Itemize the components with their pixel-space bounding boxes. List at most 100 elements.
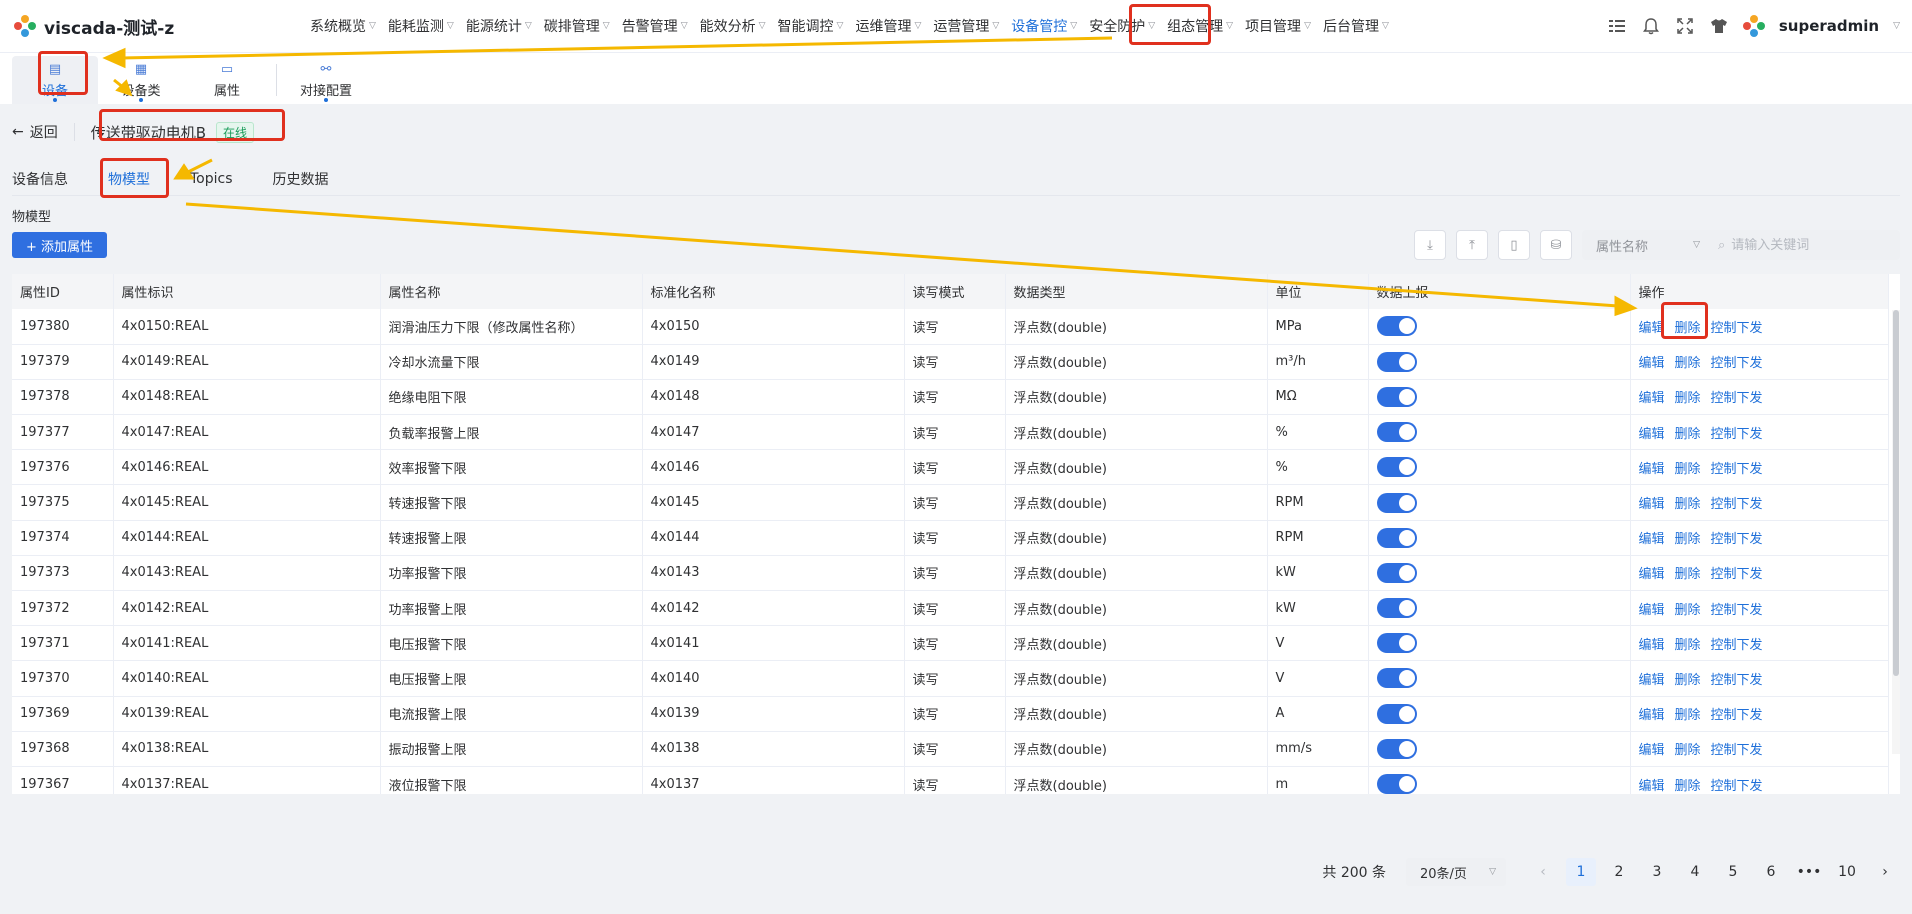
menu-item-5[interactable]: 能效分析 ▽ <box>694 0 772 52</box>
delete-link[interactable]: 删除 <box>1675 779 1701 794</box>
tab-topics[interactable]: Topics <box>190 162 233 196</box>
page-button[interactable]: 3 <box>1642 858 1672 886</box>
menu-item-9[interactable]: 设备管控 ▽ <box>1005 0 1083 52</box>
edit-link[interactable]: 编辑 <box>1639 743 1665 758</box>
delete-link[interactable]: 删除 <box>1675 673 1701 688</box>
app-logo[interactable]: viscada-测试-z <box>14 14 304 39</box>
report-toggle[interactable] <box>1376 316 1417 337</box>
edit-link[interactable]: 编辑 <box>1639 603 1665 618</box>
search-field-select[interactable]: 属性名称 ▽ <box>1582 230 1710 260</box>
menu-item-11[interactable]: 组态管理 ▽ <box>1161 0 1239 52</box>
delete-link[interactable]: 删除 <box>1675 462 1701 477</box>
menu-item-12[interactable]: 项目管理 ▽ <box>1239 0 1317 52</box>
edit-link[interactable]: 编辑 <box>1639 356 1665 371</box>
report-toggle[interactable] <box>1376 774 1417 794</box>
fullscreen-icon[interactable] <box>1675 16 1695 36</box>
edit-link[interactable]: 编辑 <box>1639 391 1665 406</box>
delete-link[interactable]: 删除 <box>1675 708 1701 723</box>
page-button[interactable]: 6 <box>1756 858 1786 886</box>
delete-link[interactable]: 删除 <box>1675 567 1701 582</box>
subnav-item-device[interactable]: ▤ 设备 <box>12 56 98 104</box>
delete-link[interactable]: 删除 <box>1675 497 1701 512</box>
report-toggle[interactable] <box>1376 738 1417 759</box>
menu-item-1[interactable]: 能耗监测 ▽ <box>382 0 460 52</box>
delete-link[interactable]: 删除 <box>1675 427 1701 442</box>
control-link[interactable]: 控制下发 <box>1711 462 1763 477</box>
edit-link[interactable]: 编辑 <box>1639 708 1665 723</box>
document-icon[interactable]: ▯ <box>1498 230 1530 260</box>
report-toggle[interactable] <box>1376 598 1417 619</box>
report-toggle[interactable] <box>1376 633 1417 654</box>
edit-link[interactable]: 编辑 <box>1639 321 1665 336</box>
menu-item-8[interactable]: 运营管理 ▽ <box>927 0 1005 52</box>
report-toggle[interactable] <box>1376 492 1417 513</box>
report-toggle[interactable] <box>1376 422 1417 443</box>
shirt-icon[interactable] <box>1709 16 1729 36</box>
edit-link[interactable]: 编辑 <box>1639 497 1665 512</box>
tab-thing-model[interactable]: 物模型 <box>108 162 150 197</box>
bell-icon[interactable] <box>1641 16 1661 36</box>
control-link[interactable]: 控制下发 <box>1711 532 1763 547</box>
download-icon[interactable]: ⤓ <box>1414 230 1446 260</box>
tab-device-info[interactable]: 设备信息 <box>12 162 68 196</box>
control-link[interactable]: 控制下发 <box>1711 673 1763 688</box>
subnav-item-integration[interactable]: ⚯ 对接配置 <box>283 56 369 104</box>
edit-link[interactable]: 编辑 <box>1639 567 1665 582</box>
delete-link[interactable]: 删除 <box>1675 603 1701 618</box>
menu-item-4[interactable]: 告警管理 ▽ <box>616 0 694 52</box>
edit-link[interactable]: 编辑 <box>1639 462 1665 477</box>
menu-item-0[interactable]: 系统概览 ▽ <box>304 0 382 52</box>
control-link[interactable]: 控制下发 <box>1711 708 1763 723</box>
control-link[interactable]: 控制下发 <box>1711 427 1763 442</box>
control-link[interactable]: 控制下发 <box>1711 321 1763 336</box>
avatar[interactable] <box>1742 15 1765 37</box>
edit-link[interactable]: 编辑 <box>1639 638 1665 653</box>
upload-icon[interactable]: ⤒ <box>1456 230 1488 260</box>
page-size-select[interactable]: 20条/页 ▽ <box>1406 858 1506 886</box>
page-button[interactable]: 5 <box>1718 858 1748 886</box>
edit-link[interactable]: 编辑 <box>1639 779 1665 794</box>
edit-link[interactable]: 编辑 <box>1639 427 1665 442</box>
prev-page-button[interactable]: ‹ <box>1528 858 1558 886</box>
report-toggle[interactable] <box>1376 457 1417 478</box>
page-button[interactable]: 4 <box>1680 858 1710 886</box>
control-link[interactable]: 控制下发 <box>1711 497 1763 512</box>
subnav-item-property[interactable]: ▭ 属性 <box>184 56 270 104</box>
menu-item-13[interactable]: 后台管理 ▽ <box>1317 0 1395 52</box>
delete-link[interactable]: 删除 <box>1675 743 1701 758</box>
search-input[interactable] <box>1731 237 1882 253</box>
delete-link[interactable]: 删除 <box>1675 391 1701 406</box>
edit-link[interactable]: 编辑 <box>1639 532 1665 547</box>
next-page-button[interactable]: › <box>1870 858 1900 886</box>
report-toggle[interactable] <box>1376 386 1417 407</box>
page-button[interactable]: ••• <box>1794 858 1824 886</box>
add-property-button[interactable]: + 添加属性 <box>12 232 108 258</box>
chevron-down-icon[interactable]: ▽ <box>1893 21 1900 31</box>
menu-item-3[interactable]: 碳排管理 ▽ <box>538 0 616 52</box>
edit-link[interactable]: 编辑 <box>1639 673 1665 688</box>
report-toggle[interactable] <box>1376 703 1417 724</box>
tab-history[interactable]: 历史数据 <box>273 162 329 196</box>
control-link[interactable]: 控制下发 <box>1711 567 1763 582</box>
delete-link[interactable]: 删除 <box>1675 638 1701 653</box>
menu-item-10[interactable]: 安全防护 ▽ <box>1083 0 1161 52</box>
menu-item-7[interactable]: 运维管理 ▽ <box>849 0 927 52</box>
control-link[interactable]: 控制下发 <box>1711 356 1763 371</box>
delete-link[interactable]: 删除 <box>1675 532 1701 547</box>
menu-item-6[interactable]: 智能调控 ▽ <box>772 0 850 52</box>
report-toggle[interactable] <box>1376 527 1417 548</box>
page-button[interactable]: 2 <box>1604 858 1634 886</box>
database-icon[interactable]: ⛁ <box>1540 230 1572 260</box>
control-link[interactable]: 控制下发 <box>1711 743 1763 758</box>
page-button[interactable]: 10 <box>1832 858 1862 886</box>
control-link[interactable]: 控制下发 <box>1711 391 1763 406</box>
report-toggle[interactable] <box>1376 668 1417 689</box>
back-button[interactable]: ← 返回 <box>12 122 58 142</box>
scroll-thumb[interactable] <box>1893 310 1899 676</box>
delete-link[interactable]: 删除 <box>1675 356 1701 371</box>
report-toggle[interactable] <box>1376 351 1417 372</box>
control-link[interactable]: 控制下发 <box>1711 638 1763 653</box>
scrollbar[interactable] <box>1892 310 1900 754</box>
menu-item-2[interactable]: 能源统计 ▽ <box>460 0 538 52</box>
username[interactable]: superadmin <box>1779 17 1879 35</box>
